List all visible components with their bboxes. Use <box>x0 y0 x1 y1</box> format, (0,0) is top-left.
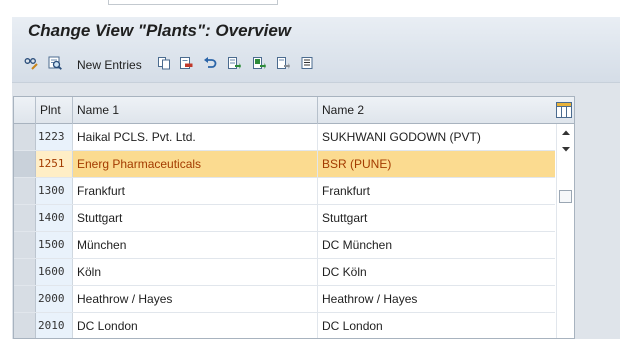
plnt-cell: 1400 <box>36 205 73 231</box>
name2-cell: Frankfurt <box>322 184 371 198</box>
name1-cell: Energ Pharmaceuticals <box>73 151 318 177</box>
delete-icon[interactable] <box>179 56 193 70</box>
deselect-all-icon[interactable] <box>276 56 290 70</box>
row-selector[interactable] <box>14 286 36 312</box>
column-header-plnt[interactable]: Plnt <box>36 97 73 124</box>
table-row[interactable]: 1251 Energ Pharmaceuticals BSR (PUNE) <box>14 151 555 178</box>
plnt-cell: 2000 <box>36 286 73 312</box>
scroll-down-icon[interactable] <box>561 144 571 154</box>
name2-cell: Heathrow / Hayes <box>322 292 418 306</box>
plnt-cell: 1600 <box>36 259 73 285</box>
table-row[interactable]: 2010 DC London DC London <box>14 313 555 338</box>
table-header: Plnt Name 1 Name 2 <box>14 97 574 124</box>
name1-cell: Heathrow / Hayes <box>73 286 318 312</box>
name2-cell: DC London <box>322 319 383 333</box>
row-selector[interactable] <box>14 124 36 150</box>
page-title: Change View "Plants": Overview <box>28 21 292 40</box>
name2-cell: SUKHWANI GODOWN (PVT) <box>322 130 481 144</box>
row-selector[interactable] <box>14 232 36 258</box>
select-all-icon[interactable] <box>227 56 241 70</box>
name1-cell: Frankfurt <box>73 178 318 204</box>
select-block-icon[interactable] <box>252 56 266 70</box>
name1-cell: DC London <box>73 313 318 338</box>
name2-cell: DC Köln <box>322 265 367 279</box>
details-icon[interactable] <box>48 56 62 70</box>
plnt-cell: 2010 <box>36 313 73 338</box>
application-toolbar: New Entries <box>12 47 620 83</box>
row-selector[interactable] <box>14 178 36 204</box>
select-all-rows-header[interactable] <box>14 97 36 124</box>
name1-cell: München <box>73 232 318 258</box>
table-row[interactable]: 1400 Stuttgart Stuttgart <box>14 205 555 232</box>
name2-cell: Stuttgart <box>322 211 368 225</box>
display-change-icon[interactable] <box>24 56 38 70</box>
plnt-cell: 1223 <box>36 124 73 150</box>
plnt-cell: 1300 <box>36 178 73 204</box>
new-entries-button[interactable]: New Entries <box>77 58 142 72</box>
column-header-name2[interactable]: Name 2 <box>318 97 555 124</box>
name1-cell: Köln <box>73 259 318 285</box>
plants-table: Plnt Name 1 Name 2 1223 Haikal PCLS. Pvt… <box>13 96 575 339</box>
table-row[interactable]: 1300 Frankfurt Frankfurt <box>14 178 555 205</box>
row-selector[interactable] <box>14 259 36 285</box>
command-field[interactable] <box>108 0 278 5</box>
scroll-up-icon[interactable] <box>561 128 571 138</box>
name2-cell: DC München <box>322 238 393 252</box>
name2-cell: BSR (PUNE) <box>318 151 555 177</box>
table-row[interactable]: 1223 Haikal PCLS. Pvt. Ltd. SUKHWANI GOD… <box>14 124 555 151</box>
row-selector[interactable] <box>14 205 36 231</box>
table-row[interactable]: 2000 Heathrow / Hayes Heathrow / Hayes <box>14 286 555 313</box>
table-settings-icon[interactable] <box>556 102 572 118</box>
vertical-scrollbar[interactable] <box>556 124 574 338</box>
row-selector[interactable] <box>14 313 36 338</box>
copy-icon[interactable] <box>157 56 171 70</box>
name1-cell: Stuttgart <box>73 205 318 231</box>
plnt-cell: 1500 <box>36 232 73 258</box>
print-field-icon[interactable] <box>300 56 314 70</box>
name1-cell: Haikal PCLS. Pvt. Ltd. <box>73 124 318 150</box>
title-bar: Change View "Plants": Overview <box>12 17 620 47</box>
table-row[interactable]: 1500 München DC München <box>14 232 555 259</box>
undo-icon[interactable] <box>203 56 217 70</box>
plnt-cell: 1251 <box>36 151 73 177</box>
table-row[interactable]: 1600 Köln DC Köln <box>14 259 555 286</box>
top-strip <box>0 0 620 14</box>
column-header-name1[interactable]: Name 1 <box>73 97 318 124</box>
scroll-thumb[interactable] <box>559 190 572 203</box>
row-selector[interactable] <box>14 151 36 177</box>
